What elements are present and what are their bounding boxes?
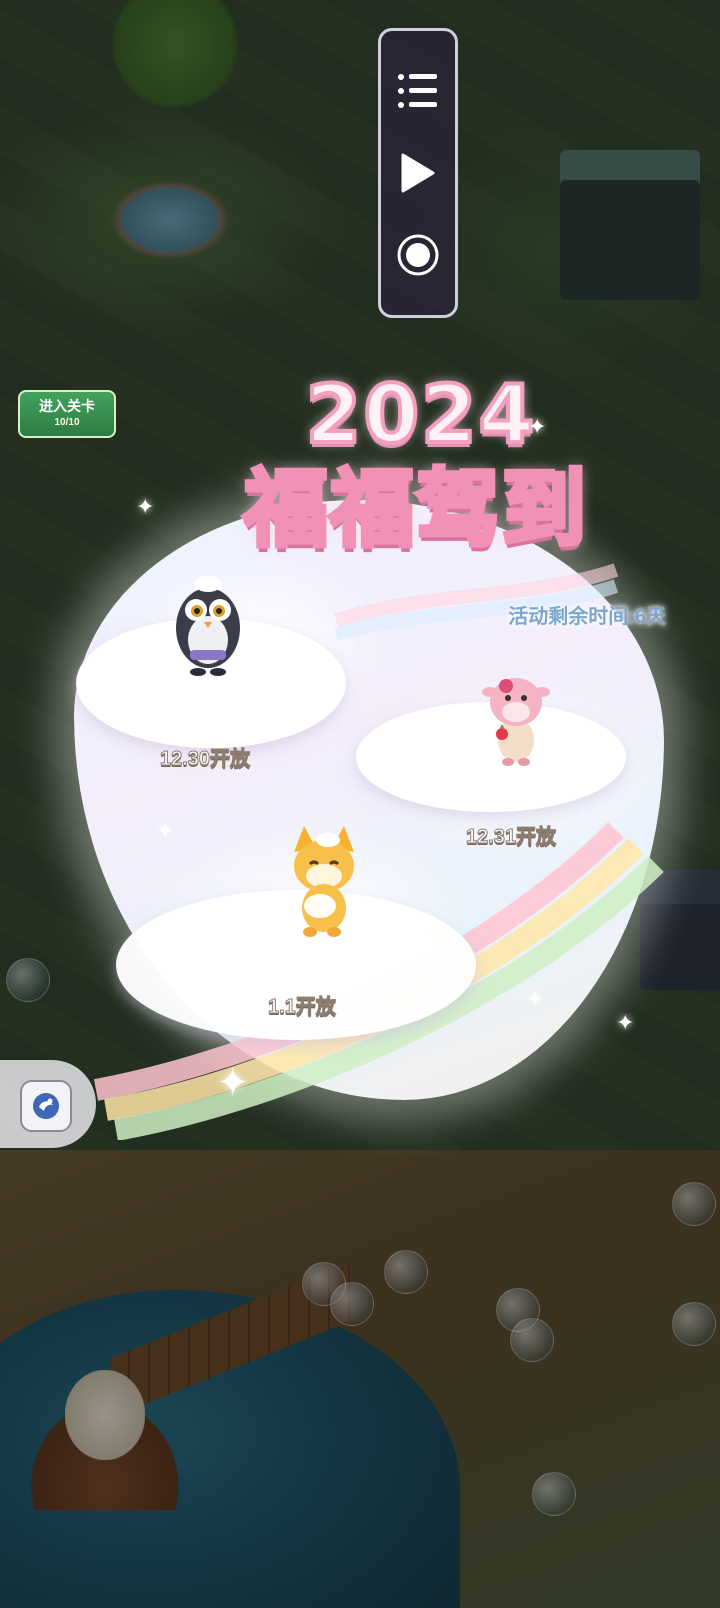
sparkle-icon: ✦	[136, 494, 155, 519]
stage-label-cow: 12.31开放	[465, 826, 557, 849]
penguin-character	[176, 576, 240, 676]
record-icon	[397, 234, 439, 276]
playlist-icon	[398, 74, 437, 108]
record-button[interactable]	[381, 225, 455, 285]
event-title-year: 2024	[304, 368, 537, 462]
event-title: 福福驾到	[241, 458, 588, 561]
media-control-bar	[378, 28, 458, 318]
game-screen: 进入关卡 10/10 2024 福福驾到 活动剩余时间:6天 12.30开放 1…	[0, 0, 720, 1608]
stage-label-penguin: 12.30开放	[159, 748, 251, 771]
sparkle-icon: ✦	[528, 414, 547, 439]
play-icon	[401, 153, 435, 193]
sparkle-icon: ✦	[526, 986, 545, 1011]
new-year-event-panel: 2024 福福驾到 活动剩余时间:6天 12.30开放 12.31开放 1.1开…	[56, 368, 676, 1140]
stage-label-fox: 1.1开放	[268, 996, 337, 1019]
sparkle-icon: ✦	[616, 1010, 635, 1035]
sparkle-icon: ✦	[216, 1061, 250, 1105]
sparkle-icon: ✦	[428, 920, 447, 945]
remaining-time-text: 活动剩余时间:6天	[508, 606, 666, 628]
playlist-button[interactable]	[381, 61, 455, 121]
fox-character	[294, 826, 354, 937]
play-button[interactable]	[381, 143, 455, 203]
cow-character	[482, 678, 550, 766]
sparkle-icon: ✦	[156, 818, 175, 843]
